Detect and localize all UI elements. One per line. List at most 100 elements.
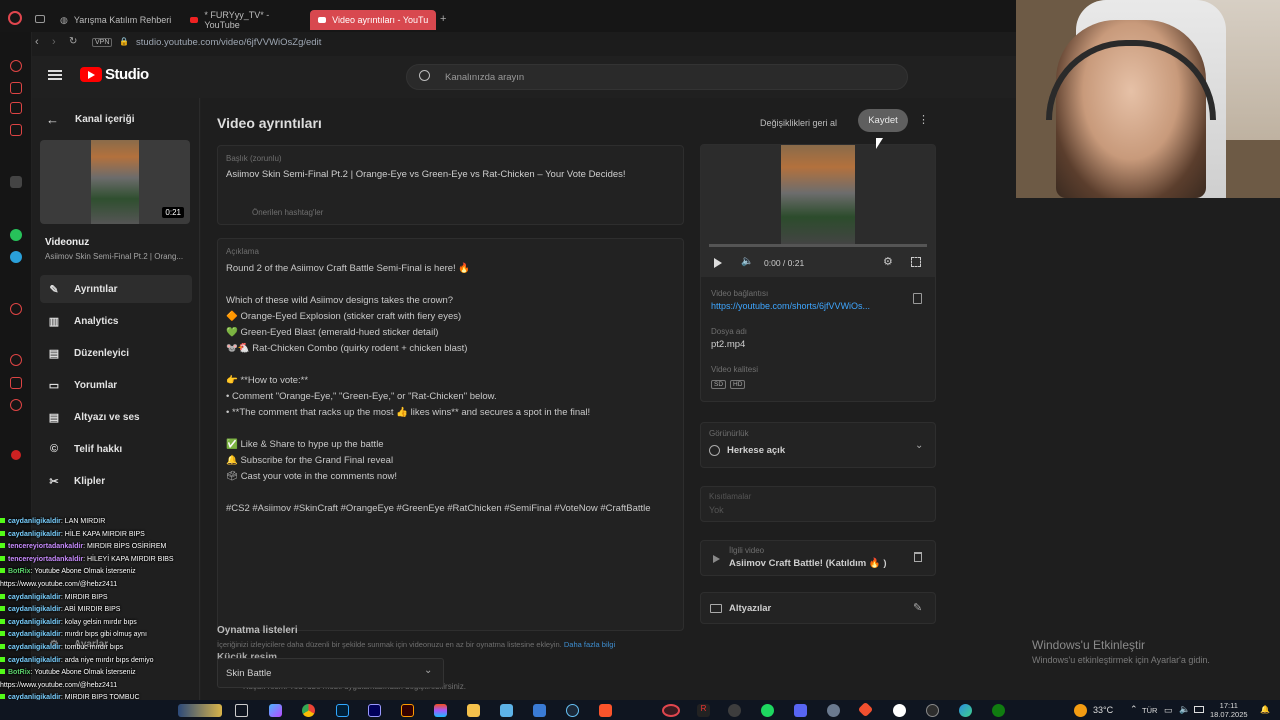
chevron-up-icon[interactable]: ⌃ xyxy=(1130,704,1138,715)
opera-logo-icon[interactable] xyxy=(8,11,22,25)
history-icon[interactable] xyxy=(10,354,22,366)
xbox-icon[interactable] xyxy=(992,704,1005,717)
copy-icon[interactable] xyxy=(913,293,922,304)
task-view-icon[interactable] xyxy=(235,704,248,717)
vpn-badge[interactable]: VPN xyxy=(92,38,113,47)
steam-icon[interactable] xyxy=(566,704,579,717)
volume-icon[interactable]: 🔈 xyxy=(1179,704,1190,715)
url-field[interactable]: studio.youtube.com/video/6jfVVWiOsZg/edi… xyxy=(136,37,321,48)
nav-details[interactable]: ✎ Ayrıntılar xyxy=(40,275,192,303)
store-icon[interactable] xyxy=(533,704,546,717)
video-player[interactable]: 🔈 0:00 / 0:21 ⚙ xyxy=(701,145,935,277)
copilot-icon[interactable] xyxy=(269,704,282,717)
sd-badge: SD xyxy=(711,380,727,389)
search-bar[interactable]: Kanalınızda arayın xyxy=(406,64,908,90)
new-tab-button[interactable]: + xyxy=(440,13,446,25)
record-icon[interactable] xyxy=(11,450,21,460)
edit-pencil-icon[interactable]: ✎ xyxy=(913,601,922,614)
captions-field[interactable]: Altyazılar ✎ xyxy=(700,592,936,624)
notepad-icon[interactable] xyxy=(500,704,513,717)
premiere-icon[interactable] xyxy=(368,704,381,717)
edge-icon[interactable] xyxy=(959,704,972,717)
player-settings-icon[interactable]: ⚙ xyxy=(883,255,893,268)
kick-badge-icon xyxy=(0,543,5,549)
video-thumbnail[interactable]: 0:21 xyxy=(40,140,190,224)
clock[interactable]: 17:11 18.07.2025 xyxy=(1210,701,1248,719)
telegram-icon[interactable] xyxy=(10,251,22,263)
nav-comments[interactable]: ▭ Yorumlar xyxy=(40,371,192,399)
chat-text: https://www.youtube.com/@hebz2411 xyxy=(0,681,118,689)
title-input[interactable]: Asiimov Skin Semi-Final Pt.2 | Orange-Ey… xyxy=(226,169,626,180)
shopping-icon[interactable] xyxy=(10,82,22,94)
related-video-field[interactable]: İlgili video Asiimov Craft Battle! (Katı… xyxy=(700,540,936,576)
undo-changes-button[interactable]: Değişiklikleri geri al xyxy=(755,112,842,134)
spotify-icon[interactable] xyxy=(761,704,774,717)
search-input[interactable]: Kanalınızda arayın xyxy=(445,72,524,83)
description-field[interactable]: Açıklama Round 2 of the Asiimov Craft Ba… xyxy=(217,238,684,631)
settings-icon[interactable] xyxy=(10,399,22,411)
visibility-select[interactable]: Görünürlük Herkese açık ⌄ xyxy=(700,422,936,468)
studio-logo[interactable]: Studio xyxy=(80,66,149,83)
battery-icon[interactable] xyxy=(1194,706,1204,713)
tab-video-details[interactable]: Video ayrıntıları - YouTube xyxy=(310,10,436,30)
notification-bell-icon[interactable]: 🔔 xyxy=(1260,705,1270,714)
tab-youtube-channel[interactable]: * FURYyy_TV* - YouTube xyxy=(182,10,308,30)
language-indicator[interactable]: TÜR xyxy=(1142,706,1157,715)
chevron-down-icon: ⌄ xyxy=(915,440,924,451)
trash-icon[interactable] xyxy=(914,552,922,562)
crypto-wallet-icon[interactable] xyxy=(10,102,22,114)
aria-icon[interactable] xyxy=(10,60,22,72)
workspaces-icon[interactable] xyxy=(35,15,45,23)
chat-message: caydanligikaldir: HİLE KAPA MIRDIR BIPS xyxy=(0,529,190,542)
rider-icon[interactable]: R xyxy=(697,704,710,717)
discord-icon[interactable] xyxy=(794,704,807,717)
video-link[interactable]: https://youtube.com/shorts/6jfVVWiOs... xyxy=(711,301,870,311)
network-icon[interactable]: ▭ xyxy=(1164,705,1173,716)
back-icon[interactable]: ‹ xyxy=(35,36,39,48)
kick-badge-icon xyxy=(0,568,5,574)
player-icon[interactable] xyxy=(10,303,22,315)
settings-app-icon[interactable] xyxy=(827,704,840,717)
play-icon[interactable] xyxy=(714,258,722,268)
nav-subtitles[interactable]: ▤ Altyazı ve ses xyxy=(40,403,192,431)
nav-analytics[interactable]: ▥ Analytics xyxy=(40,307,192,335)
playlist-select[interactable]: Skin Battle ⌄ xyxy=(217,658,444,688)
webcam-overlay xyxy=(1016,0,1280,198)
obs-icon[interactable] xyxy=(728,704,741,717)
app-icon[interactable] xyxy=(926,704,939,717)
stream-chat-overlay: caydanligikaldir: LAN MIRDIR caydanligika… xyxy=(0,516,190,714)
reload-icon[interactable]: ↻ xyxy=(69,36,77,47)
whatsapp-icon[interactable] xyxy=(10,229,22,241)
figma-icon[interactable] xyxy=(434,704,447,717)
illustrator-icon[interactable] xyxy=(401,704,414,717)
tab-contest-guide[interactable]: ◍ Yarışma Katılım Rehberi xyxy=(52,10,180,30)
video-progress-bar[interactable] xyxy=(709,244,927,247)
file-explorer-icon[interactable] xyxy=(467,704,480,717)
chat-username: caydanligikaldir xyxy=(8,530,61,538)
more-options-icon[interactable]: ⋮ xyxy=(918,113,929,126)
git-icon[interactable] xyxy=(857,701,874,718)
title-field[interactable]: Başlık (zorunlu) Asiimov Skin Semi-Final… xyxy=(217,145,684,225)
suggested-hashtags[interactable]: Önerilen hashtag'ler xyxy=(252,208,323,217)
forward-icon[interactable]: › xyxy=(52,36,56,48)
nav-editor[interactable]: ▤ Düzenleyici xyxy=(40,339,192,367)
learn-more-link[interactable]: Daha fazla bilgi xyxy=(564,640,615,649)
chrome-icon[interactable] xyxy=(302,704,315,717)
widgets-icon[interactable] xyxy=(178,704,222,717)
brave-icon[interactable] xyxy=(599,704,612,717)
save-button[interactable]: Kaydet xyxy=(858,109,908,132)
back-to-content-button[interactable]: ← Kanal içeriği xyxy=(46,112,134,127)
tiktok-icon[interactable] xyxy=(10,176,22,188)
nav-clips[interactable]: ✂ Klipler xyxy=(40,467,192,495)
volume-icon[interactable]: 🔈 xyxy=(741,256,753,267)
description-text[interactable]: Round 2 of the Asiimov Craft Battle Semi… xyxy=(226,261,651,517)
restrictions-field[interactable]: Kısıtlamalar Yok xyxy=(700,486,936,522)
photoshop-icon[interactable] xyxy=(336,704,349,717)
github-icon[interactable] xyxy=(893,704,906,717)
nav-copyright[interactable]: © Telif hakkı xyxy=(40,435,192,463)
opera-icon[interactable] xyxy=(662,704,680,717)
hamburger-menu-icon[interactable] xyxy=(48,70,62,80)
music-icon[interactable] xyxy=(10,124,22,136)
fullscreen-icon[interactable] xyxy=(911,257,921,267)
extensions-icon[interactable] xyxy=(10,377,22,389)
